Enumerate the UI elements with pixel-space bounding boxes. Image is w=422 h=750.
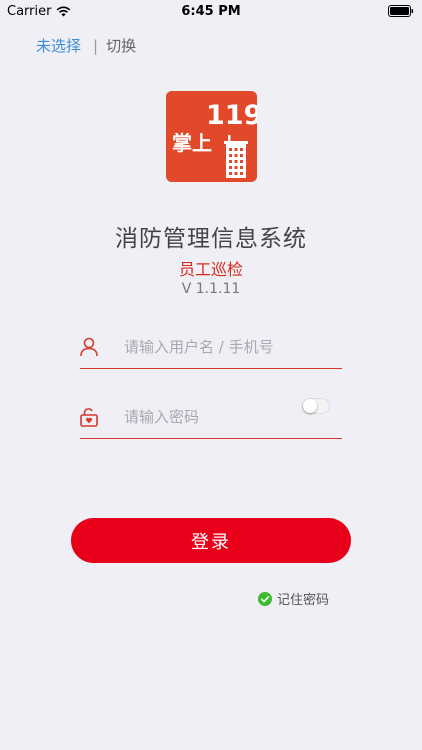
check-icon	[258, 591, 272, 606]
building-icon	[224, 135, 248, 178]
app-subtitle: 员工巡检	[178, 260, 243, 279]
show-password-toggle[interactable]	[302, 398, 330, 414]
password-input[interactable]	[124, 406, 304, 428]
logo-text: 掌上	[172, 131, 212, 155]
user-icon	[80, 337, 98, 357]
toggle-knob	[303, 399, 317, 413]
logo-graphic: 119 掌上	[166, 91, 262, 182]
status-bar: Carrier 6:45 PM	[0, 0, 422, 22]
password-field	[80, 398, 342, 439]
app-logo: 119 掌上	[166, 91, 262, 182]
username-field	[80, 328, 342, 369]
login-button[interactable]: 登录	[71, 518, 351, 563]
switch-button[interactable]: 切换	[106, 35, 136, 56]
battery-icon	[388, 5, 414, 17]
app-version: V 1.1.11	[181, 281, 241, 297]
username-input[interactable]	[124, 336, 304, 358]
app-title: 消防管理信息系统	[115, 226, 307, 252]
divider: |	[93, 36, 99, 55]
remember-label: 记住密码	[277, 593, 330, 608]
project-switch-row: 未选择 | 切换	[36, 35, 136, 56]
lock-icon	[80, 408, 98, 427]
remember-password[interactable]: 记住密码	[258, 589, 329, 608]
logo-number: 119	[206, 100, 257, 131]
unselected-label[interactable]: 未选择	[36, 35, 81, 56]
status-time: 6:45 PM	[181, 4, 241, 19]
